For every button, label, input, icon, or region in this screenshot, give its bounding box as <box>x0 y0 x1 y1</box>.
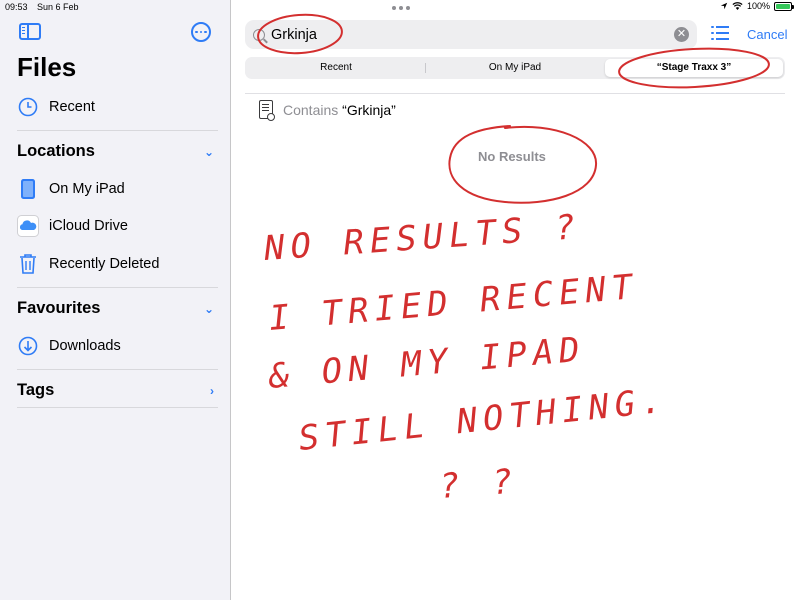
sidebar-item-recently-deleted[interactable]: Recently Deleted <box>17 250 159 278</box>
battery-icon <box>774 1 794 11</box>
status-right: 100% <box>720 1 794 11</box>
icloud-icon <box>17 215 39 237</box>
cancel-button[interactable]: Cancel <box>747 27 787 42</box>
search-icon <box>253 28 265 41</box>
sidebar-item-on-my-ipad[interactable]: On My iPad <box>17 175 125 203</box>
section-tags[interactable]: Tags › <box>17 381 214 400</box>
sidebar-item-downloads[interactable]: Downloads <box>17 332 121 360</box>
clear-search-icon[interactable]: ✕ <box>674 27 689 42</box>
sidebar-item-label: iCloud Drive <box>49 218 128 234</box>
divider <box>17 369 218 370</box>
chevron-right-icon[interactable]: › <box>210 384 214 398</box>
section-title: Favourites <box>17 299 101 317</box>
sidebar: Files Recent Locations ⌄ On My iPad iClo… <box>0 0 231 600</box>
scope-on-my-ipad[interactable]: On My iPad <box>426 59 604 77</box>
no-results-label: No Results <box>478 149 546 164</box>
section-title: Locations <box>17 142 95 160</box>
section-title: Tags <box>17 381 55 399</box>
sidebar-item-label: Recently Deleted <box>49 256 160 272</box>
section-locations[interactable]: Locations ⌄ <box>17 142 214 161</box>
sidebar-item-label: Downloads <box>49 338 121 354</box>
chevron-down-icon[interactable]: ⌄ <box>204 145 214 159</box>
contains-label: Contains “Grkinja” <box>283 101 396 118</box>
divider <box>17 407 218 408</box>
divider <box>17 287 218 288</box>
divider <box>245 93 785 94</box>
status-date: Sun 6 Feb <box>37 2 79 12</box>
list-view-icon[interactable] <box>711 26 729 40</box>
search-input[interactable]: Grkinja <box>271 27 674 43</box>
sidebar-toggle-icon[interactable] <box>19 23 41 40</box>
status-time: 09:53 <box>5 2 28 12</box>
chevron-down-icon[interactable]: ⌄ <box>204 302 214 316</box>
ipad-icon <box>17 178 39 200</box>
divider <box>17 130 218 131</box>
search-field[interactable]: Grkinja ✕ <box>245 20 697 49</box>
sidebar-item-label: Recent <box>49 99 95 115</box>
clock-icon <box>17 96 39 118</box>
battery-percent: 100% <box>746 1 770 11</box>
contains-suggestion[interactable]: Contains “Grkinja” <box>259 100 396 121</box>
section-favourites[interactable]: Favourites ⌄ <box>17 299 214 318</box>
wifi-icon <box>732 2 743 10</box>
main-panel: Grkinja ✕ Cancel Recent On My iPad “Stag… <box>231 0 800 600</box>
scope-recent[interactable]: Recent <box>247 59 425 77</box>
multitasking-handle[interactable] <box>392 6 410 10</box>
document-search-icon <box>259 100 275 121</box>
sidebar-title: Files <box>17 52 77 82</box>
sidebar-item-recent[interactable]: Recent <box>17 93 95 121</box>
location-icon <box>720 2 728 10</box>
scope-stage-traxx[interactable]: “Stage Traxx 3” <box>605 59 783 77</box>
download-icon <box>17 335 39 357</box>
more-options-icon[interactable] <box>191 22 211 42</box>
sidebar-item-icloud-drive[interactable]: iCloud Drive <box>17 212 128 240</box>
sidebar-item-label: On My iPad <box>49 181 125 197</box>
search-scope-control: Recent On My iPad “Stage Traxx 3” <box>245 57 785 79</box>
trash-icon <box>17 253 39 275</box>
